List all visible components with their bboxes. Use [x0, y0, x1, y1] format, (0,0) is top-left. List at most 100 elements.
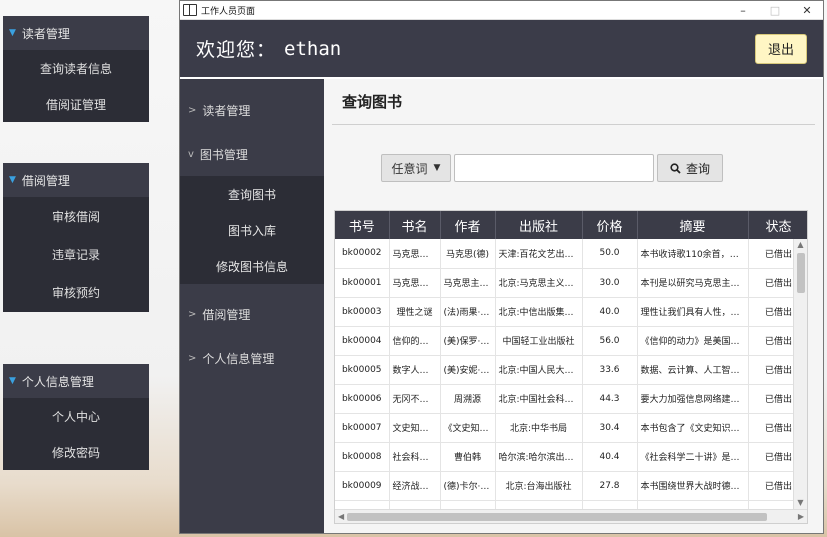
- keyword-select-value: 任意词: [391, 161, 428, 176]
- search-button-label: 查询: [685, 161, 710, 176]
- chevron-right-icon: >: [188, 308, 197, 320]
- sidebar-group-personal[interactable]: > 个人信息管理: [180, 336, 324, 380]
- floating-panel-personal: ▼ 个人信息管理 个人中心 修改密码: [3, 364, 149, 470]
- sidebar-item-edit-book[interactable]: 修改图书信息: [180, 248, 324, 284]
- table-cell: 无冈不胜:...: [389, 384, 441, 414]
- table-row[interactable]: bk00008社会科学二...曹伯韩哈尔滨:哈尔滨出版社40.4《社会科学二十讲…: [335, 442, 807, 472]
- column-header[interactable]: 价格: [582, 211, 638, 239]
- vertical-scroll-thumb[interactable]: [797, 253, 805, 293]
- close-button[interactable]: ✕: [791, 1, 823, 19]
- table-header-row: 书号 书名 作者 出版社 价格 摘要 状态: [335, 211, 807, 239]
- username: ethan: [284, 37, 342, 60]
- sidebar-group-reader[interactable]: > 读者管理: [180, 88, 324, 132]
- table-cell: bk00001: [335, 268, 390, 298]
- sidebar-item-book-entry[interactable]: 图书入库: [180, 212, 324, 248]
- floating-panel-item[interactable]: 审核预约: [3, 273, 149, 312]
- horizontal-scroll-thumb[interactable]: [347, 513, 767, 521]
- floating-panel-item[interactable]: 查询读者信息: [3, 50, 149, 86]
- minimize-button[interactable]: –: [727, 1, 759, 19]
- table-cell: 本刊是以研究马克思主义...: [637, 268, 749, 298]
- floating-panel-reader: ▼ 读者管理 查询读者信息 借阅证管理: [3, 16, 149, 122]
- floating-panel-item[interactable]: 审核借阅: [3, 197, 149, 236]
- table-row[interactable]: bk00004 信仰的动力 (美)保罗·蒂... 中国轻工业出版社 56.0 《信仰的动力…: [335, 326, 807, 356]
- column-header[interactable]: 作者: [440, 211, 496, 239]
- chevron-right-icon: >: [188, 352, 197, 364]
- scroll-right-icon[interactable]: ▶: [798, 510, 804, 523]
- floating-panel-item[interactable]: 个人中心: [3, 398, 149, 434]
- table-row[interactable]: bk00005 数字人文... (美)安妮·伯... 北京:中国人民大学... 33.6…: [335, 355, 807, 385]
- sidebar-group-borrow[interactable]: > 借阅管理: [180, 292, 324, 336]
- chevron-right-icon: >: [188, 104, 197, 116]
- table-cell: 数字人文...: [389, 355, 441, 385]
- title-bar[interactable]: 工作人员页面 – □ ✕: [180, 1, 823, 20]
- column-header[interactable]: 出版社: [495, 211, 583, 239]
- floating-panel-head[interactable]: ▼ 个人信息管理: [3, 364, 149, 398]
- table-row[interactable]: bk00006 无冈不胜:... 周溯源 北京:中国社会科学... 44.3 要大力加强信…: [335, 384, 807, 414]
- floating-panel-head[interactable]: ▼ 读者管理: [3, 16, 149, 50]
- table-row[interactable]: bk00001马克思主义...马克思主义...北京:马克思主义研...30.0本…: [335, 268, 807, 298]
- floating-panel-item[interactable]: 修改密码: [3, 434, 149, 470]
- scroll-down-icon[interactable]: ▼: [794, 497, 807, 509]
- sidebar-group-books[interactable]: v 图书管理: [180, 132, 324, 176]
- table-cell: 30.0: [582, 268, 638, 298]
- table-cell: 北京:中信出版集团...: [495, 297, 583, 327]
- caret-down-icon: ▼: [433, 163, 441, 173]
- column-header[interactable]: 书号: [335, 211, 390, 239]
- floating-panel-item[interactable]: 借阅证管理: [3, 86, 149, 122]
- triangle-down-icon: ▼: [9, 175, 16, 185]
- floating-panel-head-label: 借阅管理: [21, 173, 70, 188]
- table-row[interactable]: bk00003 理性之谜 (法)雨果·梅... 北京:中信出版集团... 40.0 理性让…: [335, 297, 807, 327]
- table-cell: 《社会科学二十讲》是一...: [637, 442, 749, 472]
- table-cell: 理性让我们具有人性，让...: [637, 297, 749, 327]
- table-cell: 北京:台海出版社: [495, 471, 583, 501]
- scroll-up-icon[interactable]: ▲: [794, 239, 807, 251]
- table-cell: 天津:百花文艺出版社: [495, 239, 583, 269]
- horizontal-scrollbar[interactable]: ◀ ▶: [335, 509, 807, 523]
- keyword-select[interactable]: 任意词 ▼: [381, 154, 451, 182]
- sidebar-item-query-books[interactable]: 查询图书: [180, 176, 324, 212]
- search-icon: [670, 162, 681, 174]
- table-cell: 马克思(德): [440, 239, 496, 269]
- triangle-down-icon: ▼: [9, 376, 16, 386]
- main-window: 工作人员页面 – □ ✕ 欢迎您： ethan 退出 > 读者管理 v 图书管理…: [179, 0, 824, 534]
- search-button[interactable]: 查询: [657, 154, 723, 182]
- sidebar: > 读者管理 v 图书管理 查询图书 图书入库 修改图书信息 > 借阅管理 > …: [180, 79, 324, 533]
- vertical-scrollbar[interactable]: ▲ ▼: [793, 239, 807, 509]
- floating-panel-head-label: 读者管理: [21, 26, 70, 41]
- scroll-left-icon[interactable]: ◀: [338, 510, 344, 523]
- sidebar-group-label: 图书管理: [199, 147, 248, 162]
- table-cell: 社会科学二...: [389, 442, 441, 472]
- floating-panel-head[interactable]: ▼ 借阅管理: [3, 163, 149, 197]
- table-cell: 56.0: [582, 326, 638, 356]
- table-cell: 马克思主义...: [440, 268, 496, 298]
- column-header[interactable]: 状态: [748, 211, 807, 239]
- table-cell: 40.0: [582, 297, 638, 327]
- column-header[interactable]: 摘要: [637, 211, 749, 239]
- floating-panel-item[interactable]: 违章记录: [3, 236, 149, 273]
- table-cell: 理性之谜: [389, 297, 441, 327]
- column-header[interactable]: 书名: [389, 211, 441, 239]
- table-row[interactable]: bk00007 文史知识2... 《文史知识... 北京:中华书局 30.4 本书包含了《…: [335, 413, 807, 443]
- table-cell: 40.4: [582, 442, 638, 472]
- table-cell: bk00007: [335, 413, 390, 443]
- book-icon: [183, 4, 197, 16]
- table-cell: (法)雨果·梅...: [440, 297, 496, 327]
- window-title: 工作人员页面: [201, 6, 256, 17]
- triangle-down-icon: ▼: [9, 28, 16, 38]
- table-cell: 曹伯韩: [440, 442, 496, 472]
- table-cell: 哈尔滨:哈尔滨出版社: [495, 442, 583, 472]
- search-input[interactable]: [454, 154, 654, 182]
- table-row[interactable]: bk00002 马克思诗集 马克思(德) 天津:百花文艺出版社 50.0 本书收诗歌110…: [335, 239, 807, 269]
- table-row[interactable]: bk00009经济战争与...(德)卡尔·赫...北京:台海出版社27.8本书围…: [335, 471, 807, 501]
- search-row: 任意词 ▼ 查询: [332, 154, 815, 182]
- table-cell: 44.3: [582, 384, 638, 414]
- table-cell: bk00002: [335, 239, 390, 269]
- table-cell: 《信仰的动力》是美国当...: [637, 326, 749, 356]
- maximize-button[interactable]: □: [759, 1, 791, 19]
- window-controls: – □ ✕: [727, 1, 823, 19]
- table-cell: (美)保罗·蒂...: [440, 326, 496, 356]
- table-cell: 33.6: [582, 355, 638, 385]
- floating-panel-borrow: ▼ 借阅管理 审核借阅 违章记录 审核预约: [3, 163, 149, 312]
- logout-button[interactable]: 退出: [755, 33, 807, 64]
- table-cell: 30.4: [582, 413, 638, 443]
